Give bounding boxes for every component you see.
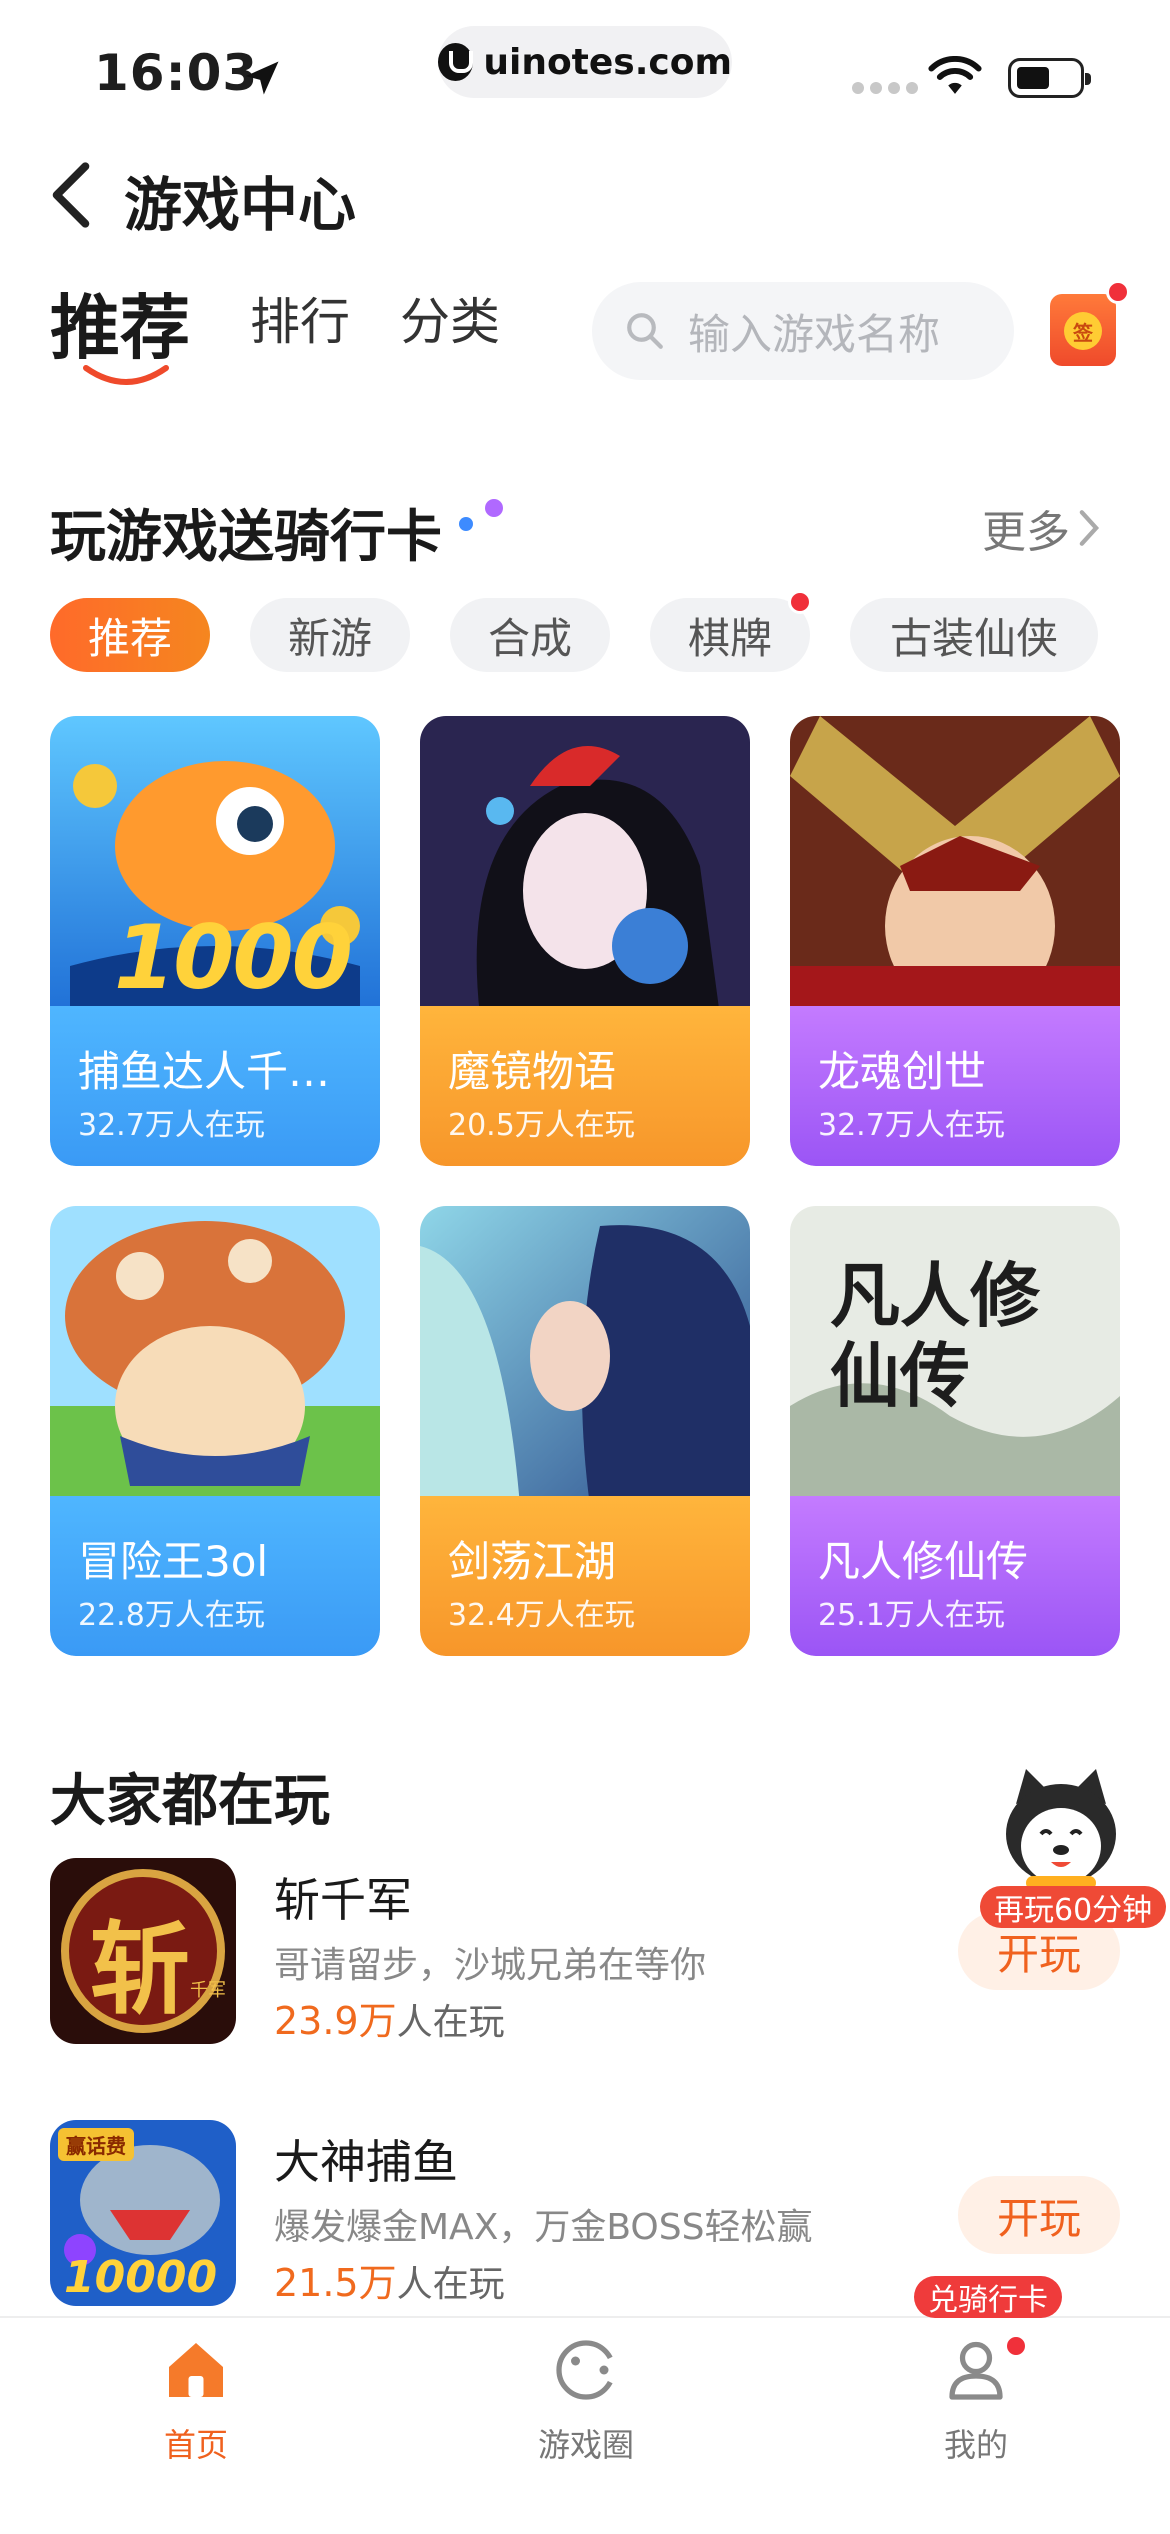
url-pill[interactable]: uinotes.com	[438, 26, 732, 98]
player-count-suffix: 人在玩	[396, 2264, 505, 2305]
wifi-icon	[928, 56, 982, 94]
game-icon-sublabel: 千军	[190, 1980, 226, 2001]
game-name: 冒险王3ol	[78, 1537, 269, 1586]
game-players: 32.7万人在玩	[818, 1108, 1005, 1143]
chip-recommend[interactable]: 推荐	[50, 598, 210, 672]
game-player-count: 21.5万人在玩	[274, 2252, 505, 2307]
game-card[interactable]: 凡人修仙传 凡人修仙传 25.1万人在玩	[790, 1206, 1120, 1656]
game-circle-icon	[556, 2340, 616, 2400]
player-count-suffix: 人在玩	[396, 2002, 505, 2043]
tab-ranking[interactable]: 排行	[250, 282, 350, 354]
game-icon-badge: 赢话费	[58, 2128, 134, 2161]
chevron-right-icon	[1079, 510, 1100, 546]
player-count-number: 21.5万	[274, 2261, 397, 2305]
url-text: uinotes.com	[483, 41, 732, 83]
game-art-mushroom	[50, 1206, 380, 1506]
play-button[interactable]: 开玩	[958, 2176, 1120, 2254]
notification-dot	[1106, 280, 1130, 304]
nav-label: 我的	[943, 2426, 1008, 2464]
game-players: 22.8万人在玩	[78, 1598, 265, 1633]
sign-in-gift-icon[interactable]: 签	[1050, 294, 1116, 366]
game-card[interactable]: 1000 捕鱼达人千… 32.7万人在玩	[50, 716, 380, 1166]
game-players: 25.1万人在玩	[818, 1598, 1005, 1633]
husky-mascot-icon[interactable]	[996, 1764, 1126, 1894]
section-title-ride-card: 玩游戏送骑行卡	[50, 505, 442, 570]
player-count-number: 23.9万	[274, 1999, 397, 2043]
location-arrow-icon	[245, 61, 279, 95]
battery-icon	[1008, 58, 1091, 98]
nav-profile[interactable]: 我的	[876, 2334, 1076, 2466]
game-card[interactable]: 龙魂创世 32.7万人在玩	[790, 716, 1120, 1166]
section-title-popular: 大家都在玩	[50, 1769, 330, 1834]
game-name: 捕鱼达人千…	[78, 1047, 331, 1096]
game-name: 剑荡江湖	[448, 1537, 617, 1586]
game-icon[interactable]: 赢话费 10000	[50, 2120, 236, 2306]
nav-label: 首页	[163, 2426, 228, 2464]
ride-card-badge: 兑骑行卡	[914, 2276, 1062, 2318]
search-placeholder: 输入游戏名称	[688, 309, 941, 359]
game-card[interactable]: 魔镜物语 20.5万人在玩	[420, 716, 750, 1166]
game-art-jianghu	[420, 1206, 750, 1506]
nav-game-circle[interactable]: 游戏圈	[486, 2334, 686, 2466]
game-players: 32.4万人在玩	[448, 1598, 635, 1633]
game-card[interactable]: 剑荡江湖 32.4万人在玩	[420, 1206, 750, 1656]
game-art-label: 凡人修仙传	[830, 1255, 1040, 1417]
game-name: 斩千军	[274, 1873, 412, 1927]
game-card[interactable]: 冒险王3ol 22.8万人在玩	[50, 1206, 380, 1656]
game-players: 20.5万人在玩	[448, 1108, 635, 1143]
game-player-count: 23.9万人在玩	[274, 1990, 505, 2045]
game-name: 大神捕鱼	[274, 2135, 458, 2189]
page-title: 游戏中心	[124, 171, 357, 239]
game-desc: 哥请留步，沙城兄弟在等你	[274, 1945, 707, 1986]
nav-home[interactable]: 首页	[96, 2334, 296, 2466]
game-art-dragon	[790, 716, 1120, 1016]
game-name: 凡人修仙传	[818, 1537, 1029, 1586]
search-input[interactable]: 输入游戏名称	[592, 282, 1014, 380]
cellular-signal-icon	[852, 82, 918, 94]
tab-recommend[interactable]: 推荐	[50, 272, 190, 373]
chip-chess[interactable]: 棋牌	[650, 598, 810, 672]
chip-xianxia[interactable]: 古装仙侠	[850, 598, 1098, 672]
site-logo-icon	[438, 43, 474, 81]
user-icon	[949, 2341, 1003, 2400]
back-chevron-icon[interactable]	[46, 160, 96, 230]
game-icon-label: 10000	[64, 2252, 218, 2303]
profile-notification-dot	[1004, 2334, 1028, 2358]
game-name: 魔镜物语	[448, 1047, 617, 1096]
active-tab-indicator	[83, 365, 169, 385]
tab-category[interactable]: 分类	[400, 282, 500, 354]
chip-new[interactable]: 新游	[250, 598, 410, 672]
game-art-label: 1000	[114, 906, 353, 1009]
game-icon[interactable]: 斩 千军	[50, 1858, 236, 2044]
game-art-mirror	[420, 716, 750, 1016]
search-icon	[627, 313, 663, 349]
more-label: 更多	[982, 507, 1070, 558]
chip-notification-dot	[788, 590, 812, 614]
game-icon-label: 斩	[90, 1911, 190, 2028]
status-time: 16:03	[94, 44, 259, 102]
more-link[interactable]: 更多	[982, 496, 1102, 560]
nav-label: 游戏圈	[537, 2426, 634, 2464]
game-desc: 爆发爆金MAX，万金BOSS轻松赢	[274, 2207, 813, 2248]
chip-merge[interactable]: 合成	[450, 598, 610, 672]
decorative-dots-icon	[459, 499, 503, 531]
game-players: 32.7万人在玩	[78, 1108, 265, 1143]
sign-coin: 签	[1064, 312, 1102, 350]
home-icon	[169, 2343, 223, 2397]
game-name: 龙魂创世	[818, 1047, 987, 1096]
bonus-time-badge: 再玩60分钟	[980, 1886, 1167, 1928]
